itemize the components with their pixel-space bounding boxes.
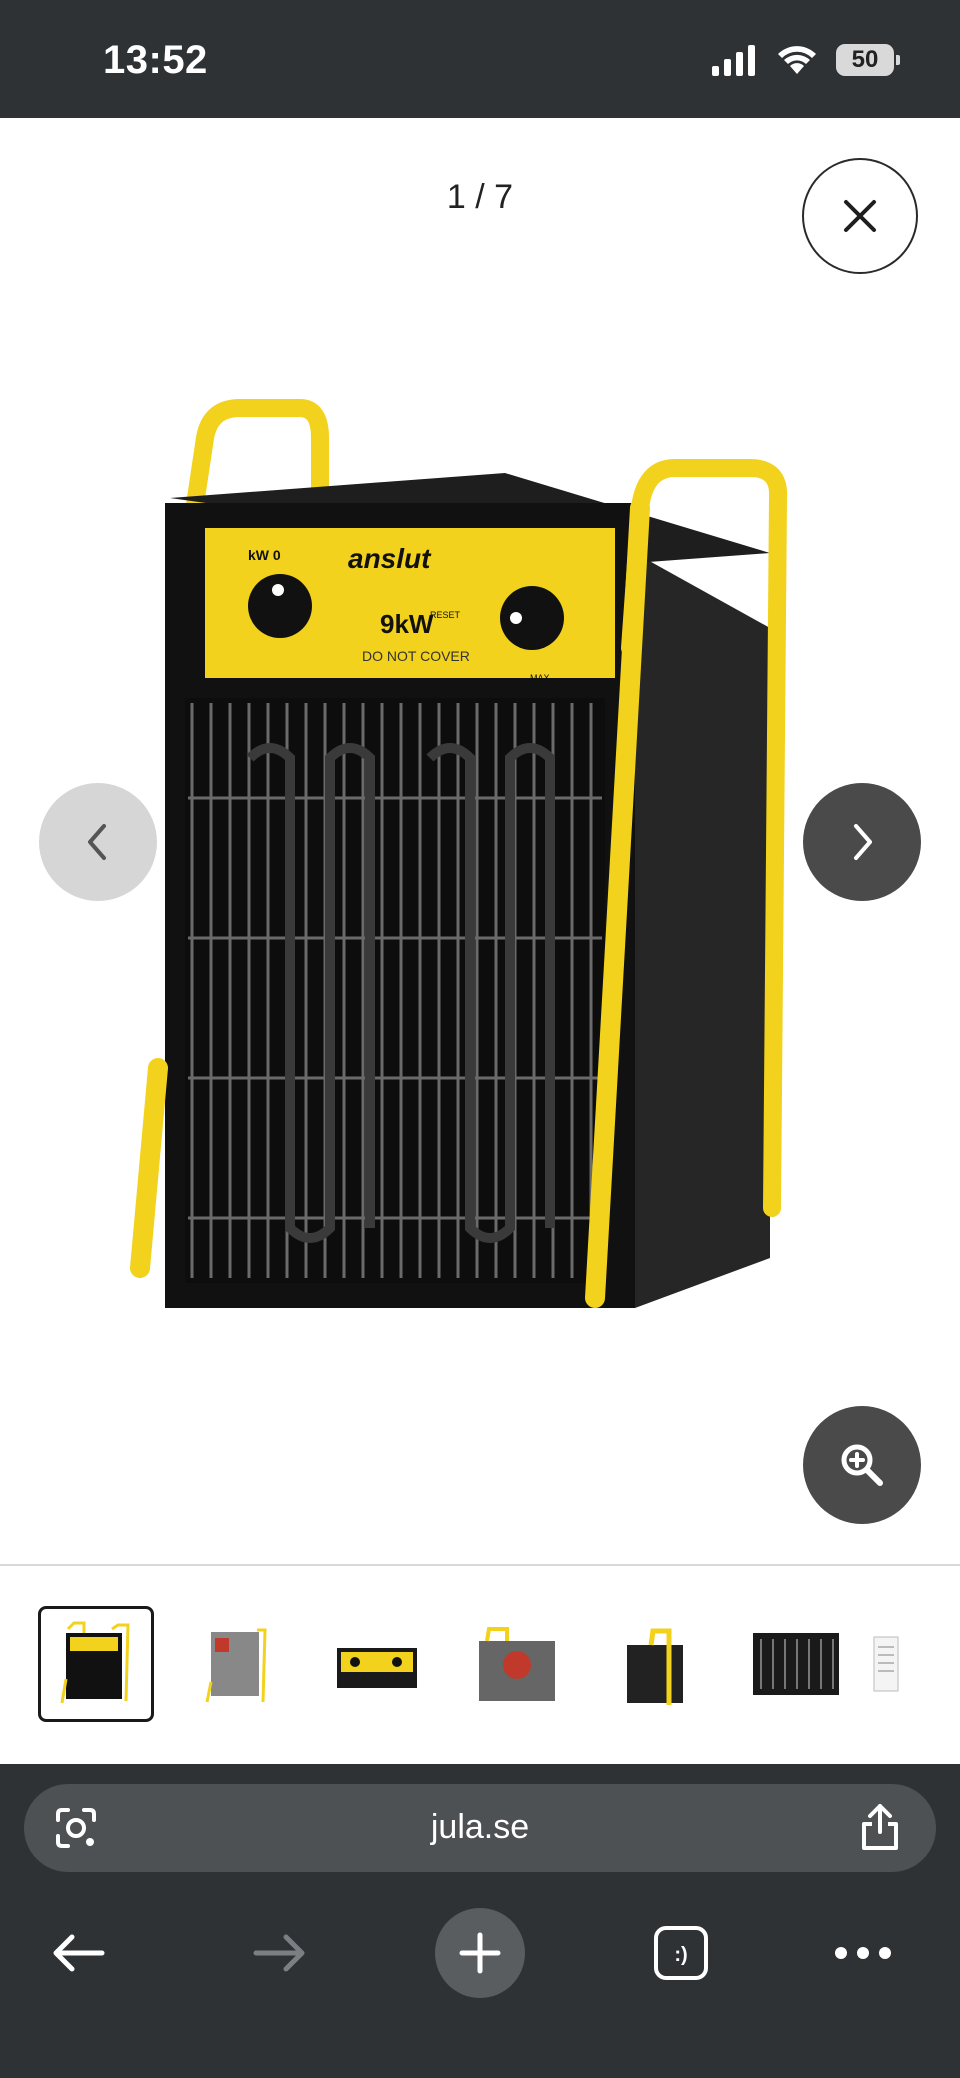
thumbnail-image (627, 1628, 683, 1705)
thumbnail-image (479, 1627, 555, 1701)
brand-logo: anslut (348, 543, 432, 574)
thumbnail-3[interactable] (318, 1606, 434, 1722)
zoom-button[interactable] (803, 1406, 921, 1524)
warning-label: DO NOT COVER (362, 648, 470, 664)
max-label: MAX (530, 673, 550, 683)
battery-icon: 50 (836, 44, 900, 76)
thumbnail-strip (0, 1564, 960, 1764)
clock: 13:52 (103, 38, 208, 82)
thumbnail-4[interactable] (458, 1606, 574, 1722)
thumbnail-image (205, 1628, 267, 1703)
arrow-right-icon (253, 1934, 305, 1972)
next-image-button[interactable] (803, 783, 921, 901)
image-viewer: 1 / 7 anslut 9kW DO NOT COVER kW 0 RESET… (0, 118, 960, 1564)
new-tab-button[interactable] (435, 1908, 525, 1998)
cellular-signal-icon (712, 45, 755, 76)
tabs-button[interactable]: :) (636, 1908, 726, 1998)
status-icons: 50 (710, 44, 900, 76)
status-bar: 13:52 50 (0, 0, 960, 118)
close-icon (844, 200, 876, 232)
thumbnail-1[interactable] (38, 1606, 154, 1722)
thumbnail-6[interactable] (738, 1606, 854, 1722)
more-horizontal-icon (835, 1947, 891, 1959)
arrow-left-icon (53, 1934, 105, 1972)
reset-label: RESET (430, 610, 461, 620)
thumbnail-image (60, 1621, 130, 1704)
thumbnail-image (873, 1636, 899, 1692)
close-button[interactable] (802, 158, 918, 274)
knob-left-label: kW 0 (248, 547, 281, 563)
share-icon[interactable] (858, 1802, 902, 1852)
browser-toolbar: jula.se :) (0, 1764, 960, 2078)
thumbnail-image (753, 1633, 839, 1695)
chevron-right-icon (854, 824, 872, 860)
thumbnail-7[interactable] (868, 1606, 928, 1722)
thumbnail-5[interactable] (598, 1606, 714, 1722)
chevron-left-icon (88, 824, 106, 860)
more-menu-button[interactable] (818, 1908, 908, 1998)
forward-button[interactable] (235, 1908, 325, 1998)
wifi-icon (778, 46, 816, 74)
thumbnail-2[interactable] (178, 1606, 294, 1722)
back-button[interactable] (33, 1908, 123, 1998)
product-image: anslut 9kW DO NOT COVER kW 0 RESET MAX (130, 399, 788, 1308)
power-label: 9kW (380, 609, 434, 639)
address-bar[interactable]: jula.se (24, 1784, 936, 1872)
tab-switcher-icon: :) (654, 1926, 708, 1980)
thumbnail-image (337, 1648, 417, 1688)
svg-text::): :) (674, 1944, 687, 1966)
url-text: jula.se (430, 1808, 530, 1846)
zoom-in-icon (841, 1444, 883, 1486)
previous-image-button[interactable] (39, 783, 157, 901)
plus-icon (459, 1932, 501, 1974)
